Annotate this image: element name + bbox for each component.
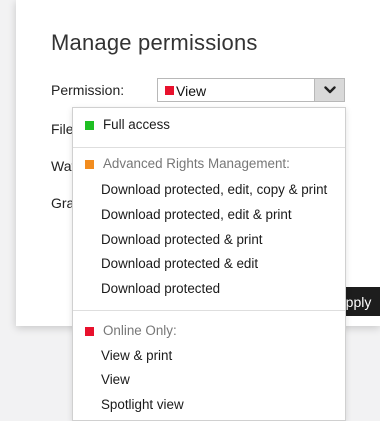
dropdown-toggle-button[interactable]	[314, 79, 344, 101]
chevron-down-icon	[323, 86, 336, 94]
option-view-print[interactable]: View & print	[101, 348, 172, 363]
apply-button-label: pply	[345, 293, 372, 310]
permission-selected-value: View	[176, 83, 207, 99]
option-download-edit-copy-print[interactable]: Download protected, edit, copy & print	[101, 182, 327, 197]
permission-label: Permission:	[51, 82, 125, 98]
green-square-icon	[85, 121, 94, 130]
dialog-title: Manage permissions	[51, 30, 258, 55]
group-header-arm: Advanced Rights Management:	[103, 156, 290, 171]
permission-color-swatch	[165, 86, 174, 95]
option-full-access-label: Full access	[103, 117, 170, 132]
permission-dropdown-menu: Full access Advanced Rights Management: …	[72, 107, 346, 421]
option-download-edit-print[interactable]: Download protected, edit & print	[101, 207, 292, 222]
option-view[interactable]: View	[101, 372, 130, 387]
group-header-online-only: Online Only:	[103, 323, 177, 338]
separator	[73, 147, 345, 148]
option-download-print[interactable]: Download protected & print	[101, 232, 263, 247]
option-download-protected[interactable]: Download protected	[101, 281, 220, 296]
separator	[73, 310, 345, 311]
option-spotlight-view[interactable]: Spotlight view	[101, 397, 184, 412]
permission-select[interactable]: View	[157, 78, 345, 102]
red-square-icon	[85, 327, 94, 336]
option-download-edit[interactable]: Download protected & edit	[101, 256, 258, 271]
orange-square-icon	[85, 160, 94, 169]
